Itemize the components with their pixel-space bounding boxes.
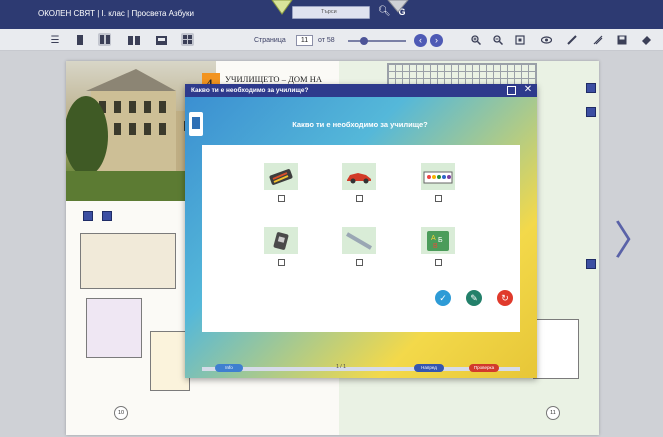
next-page-arrow-icon[interactable]: 〉: [614, 216, 654, 266]
zoom-slider-handle[interactable]: [360, 37, 368, 45]
checkbox-ruler[interactable]: [356, 259, 363, 266]
page-counter: 1 / 1: [336, 364, 346, 370]
children-illustration: [150, 331, 190, 391]
search-input[interactable]: Търси: [292, 6, 370, 19]
dialog-window-title: Какво ти е необходимо за училище?: [191, 87, 309, 94]
image-view-icon[interactable]: [154, 33, 168, 47]
app-title: ОКОЛЕН СВЯТ | I. клас | Просвета Азбуки: [38, 9, 194, 18]
quiz-dialog: Какво ти е необходимо за училище? ✕ Какв…: [185, 84, 537, 378]
page-label: Страница: [254, 37, 286, 44]
hint-button[interactable]: ✎: [466, 290, 482, 306]
checkbox-alphabet-cards[interactable]: [435, 259, 442, 266]
page-total: от 58: [318, 37, 335, 44]
svg-text:А: А: [431, 235, 436, 242]
highlighter-icon[interactable]: [592, 33, 604, 47]
boy-illustration: [533, 319, 579, 379]
dialog-title-bar: Какво ти е необходимо за училище? ✕: [185, 84, 537, 97]
checkbox-toy-car[interactable]: [356, 195, 363, 202]
page-number-input[interactable]: 11: [296, 35, 313, 46]
pen-icon[interactable]: [566, 33, 578, 47]
next-button[interactable]: Напред: [414, 364, 444, 372]
thumbnail-view-icon[interactable]: [181, 33, 194, 46]
dialog-body: Какво ти е необходимо за училище? А Б В …: [185, 97, 537, 378]
zoom-out-icon[interactable]: [492, 33, 504, 47]
fit-page-icon[interactable]: [514, 33, 526, 47]
option-pencil-case[interactable]: [264, 163, 298, 190]
save-icon[interactable]: [616, 33, 628, 47]
flipbook-app: ОКОЛЕН СВЯТ | I. клас | Просвета Азбуки …: [0, 0, 663, 437]
publisher-logo: [189, 112, 203, 136]
zoom-slider[interactable]: [348, 40, 406, 42]
eraser-icon[interactable]: [640, 33, 652, 47]
left-page-number: 10: [114, 406, 128, 420]
dialog-maximize-button[interactable]: [507, 86, 516, 95]
option-watercolor-paints[interactable]: [421, 163, 455, 190]
checkbox-sharpener[interactable]: [278, 259, 285, 266]
menu-icon[interactable]: ☰: [48, 33, 62, 47]
option-toy-car[interactable]: [342, 163, 376, 190]
check-answer-button[interactable]: ✓: [435, 290, 451, 306]
zoom-in-icon[interactable]: [470, 33, 482, 47]
next-page-icon[interactable]: ›: [430, 34, 443, 47]
video-icon-right[interactable]: [586, 107, 596, 117]
classroom-illustration: [80, 233, 176, 289]
check-button[interactable]: Проверка: [469, 364, 499, 372]
prev-page-icon[interactable]: ‹: [414, 34, 427, 47]
eye-icon[interactable]: [540, 33, 552, 47]
checkbox-pencil-case[interactable]: [278, 195, 285, 202]
audio-icon[interactable]: [83, 211, 93, 221]
spread-view-icon[interactable]: [127, 33, 141, 47]
question-heading: Какво ти е необходимо за училище?: [292, 120, 428, 129]
toolbar: ☰ Страница 11 от 58 ‹ ›: [0, 29, 663, 51]
dialog-close-button[interactable]: ✕: [522, 84, 534, 96]
audio-icon-right[interactable]: [586, 83, 596, 93]
option-alphabet-cards[interactable]: АБВ: [421, 227, 455, 254]
title-bar: ОКОЛЕН СВЯТ | I. клас | Просвета Азбуки …: [0, 0, 663, 29]
info-button[interactable]: Info: [215, 364, 243, 372]
exercise-icon-right[interactable]: [586, 259, 596, 269]
ribbon-tab-right: [387, 0, 409, 13]
option-sharpener[interactable]: [264, 227, 298, 254]
svg-text:В: В: [433, 243, 438, 250]
ribbon-tab-left: [271, 0, 293, 15]
video-icon[interactable]: [102, 211, 112, 221]
teacher-illustration: [86, 298, 142, 358]
double-page-icon[interactable]: [98, 33, 111, 46]
checkbox-watercolor-paints[interactable]: [435, 195, 442, 202]
retry-button[interactable]: ↻: [497, 290, 513, 306]
single-page-icon[interactable]: [75, 33, 85, 47]
previous-page-arrow-icon[interactable]: 〈: [46, 216, 86, 266]
svg-text:Б: Б: [438, 237, 443, 244]
right-page-number: 11: [546, 406, 560, 420]
answer-panel: АБВ ✓ ✎ ↻: [202, 145, 520, 332]
option-ruler[interactable]: [342, 227, 376, 254]
